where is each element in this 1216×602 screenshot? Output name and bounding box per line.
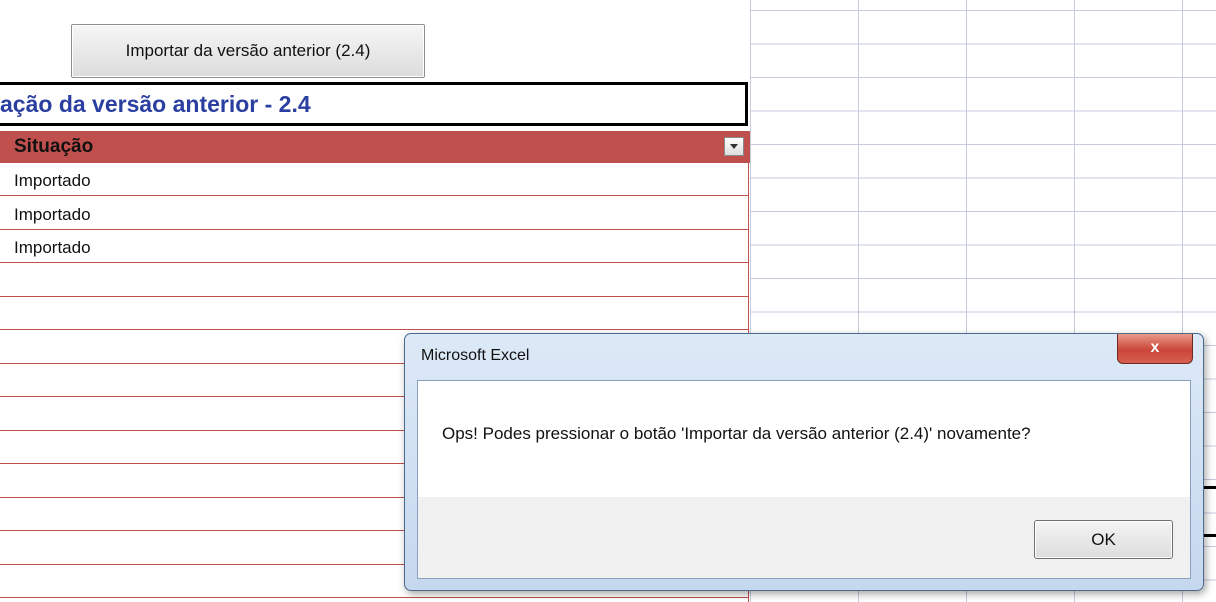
import-previous-version-button[interactable]: Importar da versão anterior (2.4) bbox=[71, 24, 425, 78]
section-title-box: ação da versão anterior - 2.4 bbox=[0, 82, 748, 126]
filter-dropdown-icon[interactable] bbox=[724, 137, 744, 156]
status-cell: Importado bbox=[14, 238, 91, 257]
section-title: ação da versão anterior - 2.4 bbox=[0, 91, 311, 117]
dialog-message: Ops! Podes pressionar o botão 'Importar … bbox=[442, 424, 1031, 443]
table-header-row[interactable]: Situação bbox=[0, 131, 750, 163]
cell-border-marker bbox=[1204, 486, 1216, 489]
dialog-title: Microsoft Excel bbox=[421, 347, 530, 364]
message-dialog: Microsoft Excel x Ops! Podes pressionar … bbox=[404, 333, 1204, 591]
status-cell: Importado bbox=[14, 171, 91, 190]
table-row[interactable]: Importado bbox=[0, 197, 749, 230]
table-row[interactable]: Importado bbox=[0, 163, 749, 196]
dialog-body: Ops! Podes pressionar o botão 'Importar … bbox=[417, 380, 1191, 579]
close-icon[interactable]: x bbox=[1117, 334, 1193, 364]
table-row[interactable] bbox=[0, 264, 749, 297]
status-cell: Importado bbox=[14, 204, 91, 224]
dialog-message-area: Ops! Podes pressionar o botão 'Importar … bbox=[418, 381, 1190, 497]
ok-button[interactable]: OK bbox=[1034, 520, 1173, 559]
cell-border-marker bbox=[1204, 534, 1216, 537]
table-row[interactable]: Importado bbox=[0, 230, 749, 263]
column-header-situacao: Situação bbox=[14, 136, 94, 157]
table-row[interactable] bbox=[0, 297, 749, 330]
